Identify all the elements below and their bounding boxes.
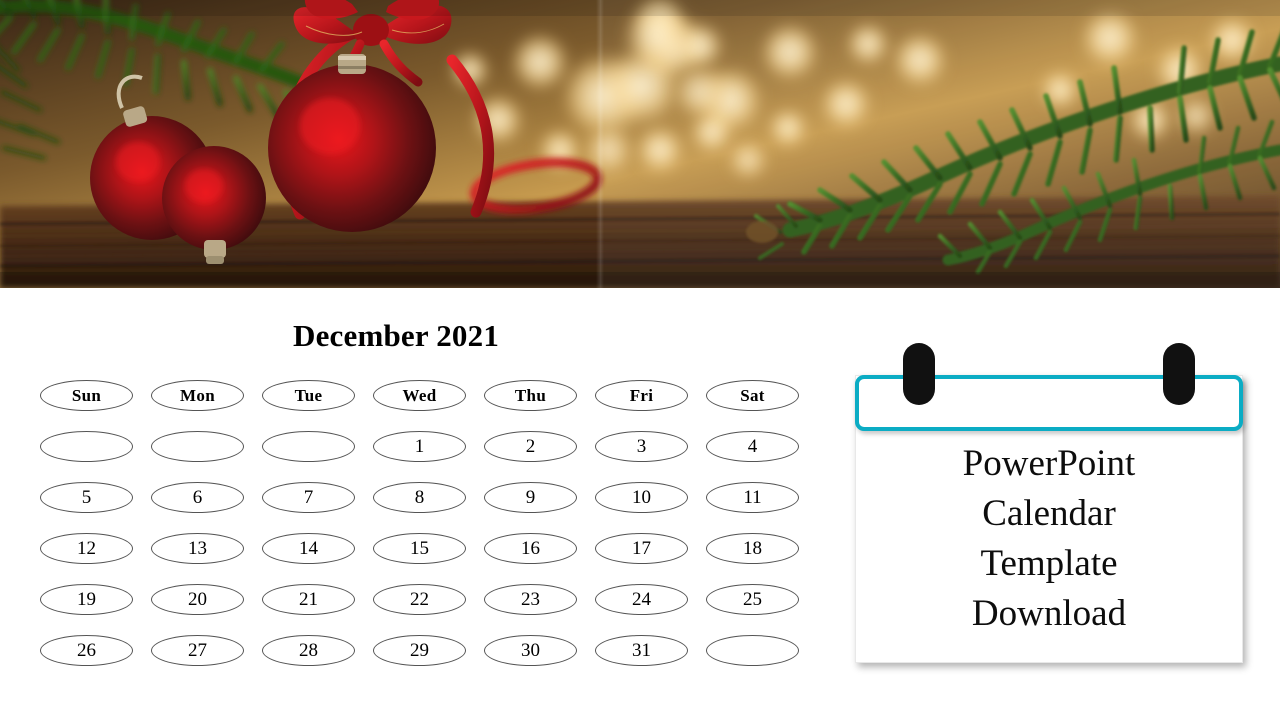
day-cell[interactable]	[262, 431, 355, 462]
weekday-header-sun: Sun	[40, 380, 133, 411]
day-cell[interactable]: 20	[151, 584, 244, 615]
day-cell[interactable]: 28	[262, 635, 355, 666]
day-cell[interactable]: 29	[373, 635, 466, 666]
day-cell[interactable]: 26	[40, 635, 133, 666]
note-card: PowerPoint Calendar Template Download	[855, 343, 1243, 663]
day-cell[interactable]: 30	[484, 635, 577, 666]
note-card-line-4: Download	[971, 593, 1127, 634]
calendar-month-title: December 2021	[293, 318, 500, 353]
calendar-block: December 2021 Sun Mon Tue Wed Thu Fri Sa…	[0, 288, 840, 720]
day-cell[interactable]: 1	[373, 431, 466, 462]
day-cell[interactable]: 3	[595, 431, 688, 462]
day-cell[interactable]: 10	[595, 482, 688, 513]
calendar-week-row: 12 13 14 15 16 17 18	[40, 533, 800, 584]
day-cell[interactable]: 27	[151, 635, 244, 666]
day-cell[interactable]: 16	[484, 533, 577, 564]
day-cell[interactable]	[706, 635, 799, 666]
weekday-header-thu: Thu	[484, 380, 577, 411]
day-cell[interactable]: 11	[706, 482, 799, 513]
note-card-line-3: Template	[980, 543, 1118, 584]
day-cell[interactable]: 7	[262, 482, 355, 513]
weekday-header-wed: Wed	[373, 380, 466, 411]
day-cell[interactable]: 2	[484, 431, 577, 462]
day-cell[interactable]: 15	[373, 533, 466, 564]
day-cell[interactable]: 5	[40, 482, 133, 513]
day-cell[interactable]	[151, 431, 244, 462]
note-card-line-1: PowerPoint	[962, 443, 1136, 484]
day-cell[interactable]: 12	[40, 533, 133, 564]
day-cell[interactable]: 8	[373, 482, 466, 513]
calendar-week-row: 1 2 3 4	[40, 431, 800, 482]
day-cell[interactable]: 4	[706, 431, 799, 462]
hero-image	[0, 0, 1280, 288]
day-cell[interactable]: 19	[40, 584, 133, 615]
day-cell[interactable]: 25	[706, 584, 799, 615]
day-cell[interactable]: 24	[595, 584, 688, 615]
binder-ring-left-icon	[903, 343, 935, 405]
day-cell[interactable]: 14	[262, 533, 355, 564]
calendar-week-row: 19 20 21 22 23 24 25	[40, 584, 800, 635]
calendar-week-row: 5 6 7 8 9 10 11	[40, 482, 800, 533]
day-cell[interactable]: 31	[595, 635, 688, 666]
weekday-header-row: Sun Mon Tue Wed Thu Fri Sat	[40, 380, 800, 431]
day-cell[interactable]: 6	[151, 482, 244, 513]
day-cell[interactable]	[40, 431, 133, 462]
binder-ring-right-icon	[1163, 343, 1195, 405]
note-card-text: PowerPoint Calendar Template Download	[855, 439, 1243, 639]
day-cell[interactable]: 23	[484, 584, 577, 615]
calendar-week-row: 26 27 28 29 30 31	[40, 635, 800, 686]
day-cell[interactable]: 9	[484, 482, 577, 513]
calendar-slide: December 2021 Sun Mon Tue Wed Thu Fri Sa…	[0, 0, 1280, 720]
hero-image-artwork	[0, 0, 1280, 288]
calendar-grid: Sun Mon Tue Wed Thu Fri Sat 1 2 3 4 5 6 …	[40, 380, 800, 686]
note-card-line-2: Calendar	[982, 493, 1116, 534]
day-cell[interactable]: 13	[151, 533, 244, 564]
weekday-header-sat: Sat	[706, 380, 799, 411]
day-cell[interactable]: 21	[262, 584, 355, 615]
weekday-header-mon: Mon	[151, 380, 244, 411]
day-cell[interactable]: 18	[706, 533, 799, 564]
weekday-header-fri: Fri	[595, 380, 688, 411]
day-cell[interactable]: 17	[595, 533, 688, 564]
day-cell[interactable]: 22	[373, 584, 466, 615]
weekday-header-tue: Tue	[262, 380, 355, 411]
